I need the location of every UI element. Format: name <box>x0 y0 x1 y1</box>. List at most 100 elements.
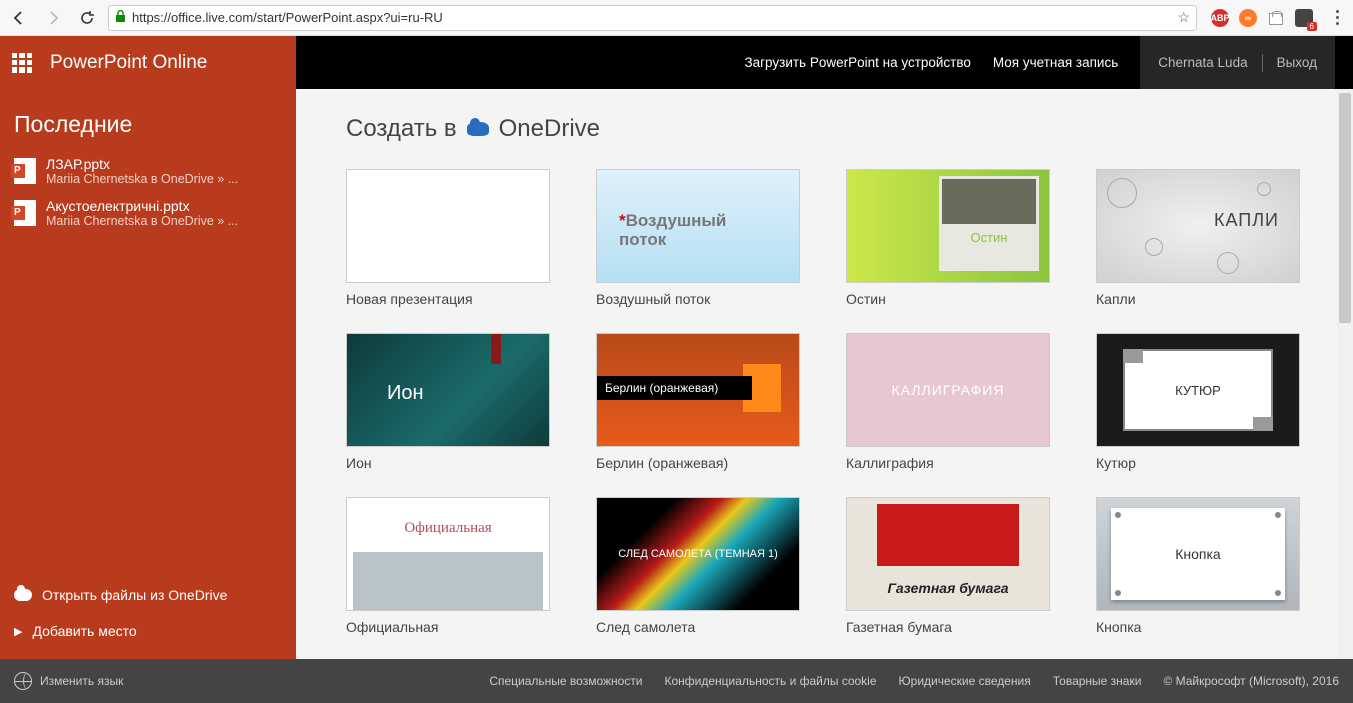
template-button[interactable]: Кнопка Кнопка <box>1096 497 1300 635</box>
extension-shopping-icon[interactable] <box>1267 9 1285 27</box>
arrow-right-icon: ▶ <box>14 625 22 638</box>
template-label: Новая презентация <box>346 291 550 307</box>
thumb-text: Газетная бумага <box>847 580 1049 596</box>
recent-text: Акустоелектричні.pptx Mariia Chernetska … <box>46 198 238 228</box>
recent-heading: Последние <box>0 89 296 150</box>
thumb-text: КАЛЛИГРАФИЯ <box>892 382 1005 398</box>
recent-file-name: ЛЗАР.pptx <box>46 156 238 172</box>
template-thumb: КАЛЛИГРАФИЯ <box>846 333 1050 447</box>
recent-file-name: Акустоелектричні.pptx <box>46 198 238 214</box>
footer-copyright: © Майкрософт (Microsoft), 2016 <box>1163 674 1339 688</box>
recent-file-location: Mariia Chernetska в OneDrive » ... <box>46 172 238 186</box>
thumb-text: Остин <box>939 230 1039 245</box>
pptx-icon <box>14 158 36 184</box>
recent-list: ЛЗАР.pptx Mariia Chernetska в OneDrive »… <box>0 150 296 577</box>
app-header: PowerPoint Online Загрузить PowerPoint н… <box>0 36 1353 89</box>
app-launcher-icon[interactable] <box>12 53 32 73</box>
download-link[interactable]: Загрузить PowerPoint на устройство <box>744 55 970 70</box>
template-newsprint[interactable]: Газетная бумага Газетная бумага <box>846 497 1050 635</box>
template-thumb: КУТЮР <box>1096 333 1300 447</box>
extension-orange-icon[interactable]: ∞ <box>1239 9 1257 27</box>
recent-item[interactable]: Акустоелектричні.pptx Mariia Chernetska … <box>0 192 296 234</box>
recent-text: ЛЗАР.pptx Mariia Chernetska в OneDrive »… <box>46 156 238 186</box>
footer-accessibility-link[interactable]: Специальные возможности <box>489 674 642 688</box>
thumb-text: КУТЮР <box>1175 383 1221 398</box>
footer-right: Специальные возможности Конфиденциальнос… <box>489 674 1339 688</box>
user-segment: Chernata Luda Выход <box>1140 36 1335 89</box>
vertical-scrollbar[interactable] <box>1337 89 1353 659</box>
template-thumb <box>346 169 550 283</box>
template-thumb: Официальная <box>346 497 550 611</box>
template-label: Воздушный поток <box>596 291 800 307</box>
template-label: Газетная бумага <box>846 619 1050 635</box>
template-ion[interactable]: Ион Ион <box>346 333 550 471</box>
back-button[interactable] <box>6 5 32 31</box>
thumb-text: Ион <box>387 382 424 405</box>
template-label: Берлин (оранжевая) <box>596 455 800 471</box>
globe-icon <box>14 672 32 690</box>
main-area: Последние ЛЗАР.pptx Mariia Chernetska в … <box>0 89 1353 659</box>
template-label: Остин <box>846 291 1050 307</box>
cloud-icon <box>14 589 32 601</box>
extension-badge: 6 <box>1307 22 1317 31</box>
separator <box>1262 54 1263 72</box>
add-place-label: Добавить место <box>32 623 136 639</box>
footer-privacy-link[interactable]: Конфиденциальность и файлы cookie <box>665 674 877 688</box>
browser-chrome: https://office.live.com/start/PowerPoint… <box>0 0 1353 36</box>
open-onedrive-button[interactable]: Открыть файлы из OneDrive <box>0 577 296 613</box>
thumb-text: *Воздушныйпоток <box>619 212 726 249</box>
open-onedrive-label: Открыть файлы из OneDrive <box>42 587 227 603</box>
template-austin[interactable]: Остин Остин <box>846 169 1050 307</box>
template-berlin[interactable]: Берлин (оранжевая) Берлин (оранжевая) <box>596 333 800 471</box>
template-new-presentation[interactable]: Новая презентация <box>346 169 550 307</box>
extension-evernote-icon[interactable]: 6 <box>1295 9 1313 27</box>
app-title: PowerPoint Online <box>50 52 207 74</box>
user-name: Chernata Luda <box>1158 55 1247 70</box>
address-bar[interactable]: https://office.live.com/start/PowerPoint… <box>108 5 1197 31</box>
template-drops[interactable]: КАПЛИ Капли <box>1096 169 1300 307</box>
template-calligraphy[interactable]: КАЛЛИГРАФИЯ Каллиграфия <box>846 333 1050 471</box>
template-label: Кнопка <box>1096 619 1300 635</box>
template-official[interactable]: Официальная Официальная <box>346 497 550 635</box>
onedrive-icon <box>467 122 489 136</box>
pptx-icon <box>14 200 36 226</box>
thumb-text: Берлин (оранжевая) <box>597 376 752 400</box>
thumb-text: Кнопка <box>1175 546 1220 562</box>
create-heading: Создать в OneDrive <box>346 115 1313 143</box>
template-label: Кутюр <box>1096 455 1300 471</box>
reload-button[interactable] <box>74 5 100 31</box>
forward-button <box>40 5 66 31</box>
onedrive-label[interactable]: OneDrive <box>499 115 600 143</box>
lock-icon <box>115 10 126 26</box>
sidebar: Последние ЛЗАР.pptx Mariia Chernetska в … <box>0 89 296 659</box>
bookmark-star-icon[interactable]: ☆ <box>1177 9 1190 26</box>
my-account-link[interactable]: Моя учетная запись <box>993 55 1118 70</box>
template-label: Каллиграфия <box>846 455 1050 471</box>
template-thumb: КАПЛИ <box>1096 169 1300 283</box>
header-left: PowerPoint Online <box>0 36 296 89</box>
footer-trademark-link[interactable]: Товарные знаки <box>1053 674 1142 688</box>
add-place-button[interactable]: ▶ Добавить место <box>0 613 296 649</box>
sign-out-link[interactable]: Выход <box>1277 55 1317 70</box>
template-label: Ион <box>346 455 550 471</box>
change-language-link[interactable]: Изменить язык <box>40 674 123 688</box>
footer-legal-link[interactable]: Юридические сведения <box>899 674 1031 688</box>
template-couture[interactable]: КУТЮР Кутюр <box>1096 333 1300 471</box>
template-label: След самолета <box>596 619 800 635</box>
footer: Изменить язык Специальные возможности Ко… <box>0 659 1353 703</box>
recent-item[interactable]: ЛЗАР.pptx Mariia Chernetska в OneDrive »… <box>0 150 296 192</box>
browser-menu-button[interactable] <box>1327 5 1347 31</box>
thumb-text: КАПЛИ <box>1214 210 1279 231</box>
create-in-label: Создать в <box>346 115 457 143</box>
template-label: Официальная <box>346 619 550 635</box>
thumb-text: Официальная <box>347 520 549 537</box>
sidebar-actions: Открыть файлы из OneDrive ▶ Добавить мес… <box>0 577 296 659</box>
template-thumb: Остин <box>846 169 1050 283</box>
extension-abp-icon[interactable]: ABP <box>1211 9 1229 27</box>
template-thumb: Кнопка <box>1096 497 1300 611</box>
template-airflow[interactable]: *Воздушныйпоток Воздушный поток <box>596 169 800 307</box>
scrollbar-thumb[interactable] <box>1339 93 1351 323</box>
extensions-area: ABP ∞ 6 <box>1205 9 1319 27</box>
template-vapor-trail[interactable]: СЛЕД САМОЛЕТА (ТЕМНАЯ 1) След самолета <box>596 497 800 635</box>
template-thumb: Ион <box>346 333 550 447</box>
